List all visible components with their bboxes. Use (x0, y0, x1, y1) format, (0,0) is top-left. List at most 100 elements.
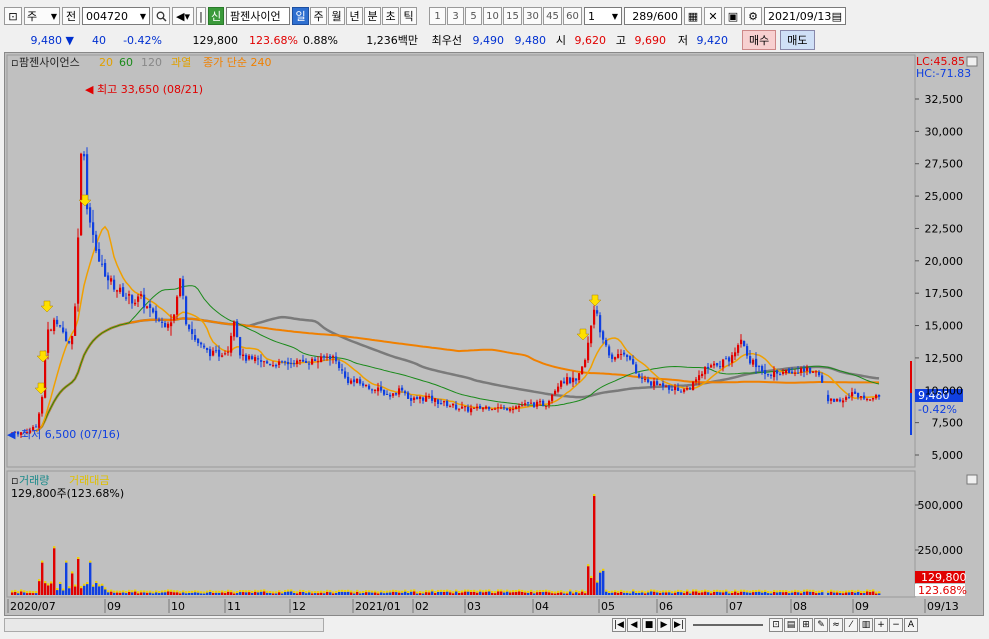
candle-body (689, 387, 692, 390)
scroll-left-icon[interactable]: ◀ (627, 618, 641, 632)
chart-layout-icon[interactable]: ▤ (784, 618, 798, 632)
speaker-icon[interactable]: ◀▾ (172, 7, 194, 25)
candle-body (335, 356, 338, 362)
grid-icon[interactable]: ▦ (684, 7, 702, 25)
period-tab[interactable]: 주 (310, 7, 327, 25)
interval-tab[interactable]: 30 (523, 7, 542, 25)
amount-marker (215, 590, 218, 593)
save-icon[interactable]: ▣ (724, 7, 742, 25)
period-tab[interactable]: 일 (292, 7, 309, 25)
candle-body (278, 361, 281, 365)
gear-icon[interactable]: ⚙ (744, 7, 762, 25)
amount-marker (437, 589, 440, 592)
volume-bar (446, 591, 449, 595)
count-field[interactable]: 289/600 (624, 7, 682, 25)
interval-tab[interactable]: 1 (429, 7, 446, 25)
volume-bar (302, 591, 305, 595)
interval-tab[interactable]: 60 (563, 7, 582, 25)
volume-legend-amount[interactable]: 거래대금 (69, 474, 109, 487)
period-tab[interactable]: 년 (346, 7, 363, 25)
period-tab[interactable]: 분 (364, 7, 381, 25)
interval-tab[interactable]: 15 (503, 7, 522, 25)
interval-tab[interactable]: 3 (447, 7, 464, 25)
candle-body (620, 353, 623, 355)
price-panel-close-icon[interactable] (966, 56, 978, 67)
legend-overheat[interactable]: 과열 (171, 56, 191, 69)
search-icon[interactable] (152, 7, 170, 25)
quote-price: 9,480 ▼ (4, 34, 74, 47)
amount-marker (677, 589, 680, 592)
volume-bar (530, 591, 533, 595)
zoom-out-icon[interactable]: − (889, 618, 903, 632)
volume-bar (284, 592, 287, 595)
price-value: 9,480 (30, 33, 63, 47)
candle-body (236, 321, 239, 338)
indicator-icon[interactable]: ≈ (829, 618, 843, 632)
amount-marker (284, 590, 287, 593)
volume-bar (650, 591, 653, 595)
crosshair-icon[interactable]: ✕ (704, 7, 722, 25)
quote-amount: 1,236백만 (366, 34, 418, 47)
volume-bar (830, 591, 833, 595)
candle-body (818, 371, 821, 376)
text-size-icon[interactable]: A (904, 618, 918, 632)
volume-bar (554, 593, 557, 595)
sell-button[interactable]: 매도 (780, 30, 815, 50)
market-dropdown[interactable]: 전 (62, 7, 80, 25)
draw-icon[interactable]: ✎ (814, 618, 828, 632)
amount-marker (236, 591, 239, 594)
legend-ma60[interactable]: 60 (119, 56, 133, 69)
volume-bar (80, 588, 83, 595)
zoom-slider[interactable] (693, 618, 763, 632)
amount-marker (461, 590, 464, 593)
interval-tab[interactable]: 45 (543, 7, 562, 25)
candle-body (329, 355, 332, 360)
period-dropdown[interactable]: 주 ▼ (24, 7, 60, 25)
compare-icon[interactable]: ⊞ (799, 618, 813, 632)
volume-bar (266, 592, 269, 595)
zoom-reset-icon[interactable]: ⊡ (769, 618, 783, 632)
candle-body (710, 365, 713, 368)
amount-marker (524, 590, 527, 593)
date-input[interactable]: 2021/09/13 ▤ (764, 7, 846, 25)
scroll-end-icon[interactable]: ▶| (672, 618, 686, 632)
zoom-in-icon[interactable]: + (874, 618, 888, 632)
bar-icon[interactable]: ▥ (859, 618, 873, 632)
candle-body (452, 403, 455, 406)
volume-bar (362, 592, 365, 595)
panel-close-icon[interactable] (966, 474, 978, 485)
candle-body (392, 393, 395, 396)
volume-legend-volume[interactable]: 거래량 (19, 474, 49, 487)
amount-marker (458, 590, 461, 593)
period-tab[interactable]: 월 (328, 7, 345, 25)
chart-scrollbar[interactable] (4, 618, 324, 632)
period-tab[interactable]: 초 (382, 7, 399, 25)
candle-body (446, 400, 449, 407)
stock-code-input[interactable]: 004720 ▼ (82, 7, 150, 25)
scroll-right-icon[interactable]: ▶ (657, 618, 671, 632)
candle-body (221, 355, 224, 357)
volume-bar (77, 559, 80, 595)
period-tab[interactable]: 틱 (400, 7, 417, 25)
chevron-down-icon: ▼ (611, 11, 618, 21)
candle-body (779, 374, 782, 376)
chart-area[interactable]: ▫ 팜젠사이언스 20 60 120 과열 종가 단순 240 LC:45.85… (4, 52, 984, 616)
interval-tab[interactable]: 10 (483, 7, 502, 25)
buy-button[interactable]: 매수 (742, 30, 777, 50)
amount-marker (311, 591, 314, 594)
stock-chart[interactable]: ▫ 팜젠사이언스 20 60 120 과열 종가 단순 240 LC:45.85… (5, 53, 983, 615)
scroll-start-icon[interactable]: |◀ (612, 618, 626, 632)
legend-ma240[interactable]: 종가 단순 240 (203, 56, 271, 69)
candle-body (101, 263, 104, 265)
volume-bar (416, 593, 419, 595)
legend-ma120[interactable]: 120 (141, 56, 162, 69)
interval-input[interactable]: 1 ▼ (584, 7, 622, 25)
trend-icon[interactable]: ⁄ (844, 618, 858, 632)
stop-icon[interactable]: ■ (642, 618, 656, 632)
interval-tab[interactable]: 5 (465, 7, 482, 25)
chart-type-icon[interactable]: ⊡ (4, 7, 22, 25)
legend-ma20[interactable]: 20 (99, 56, 113, 69)
volume-bar (470, 591, 473, 595)
volume-bar (275, 593, 278, 595)
volume-bar (146, 592, 149, 595)
